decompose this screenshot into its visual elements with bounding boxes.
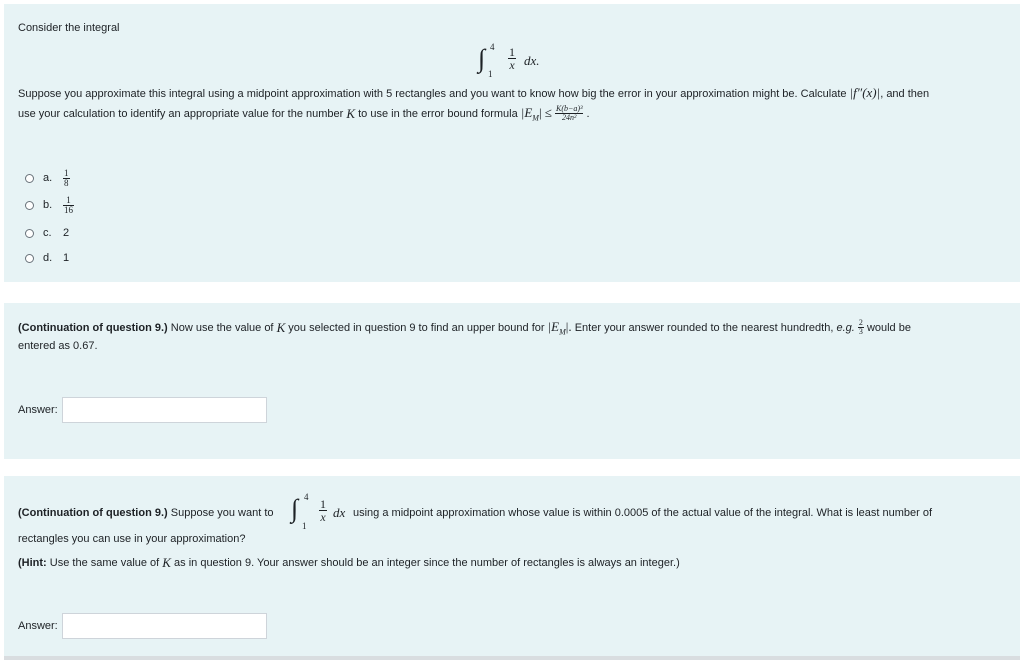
option-c[interactable]: c. 2 [25,225,69,241]
integrand-fraction: 1 x [319,497,327,524]
integral-expression: ∫ 4 1 1 x dx [291,492,347,532]
integral-upper-limit: 4 [304,492,309,502]
k-symbol: K [162,555,171,570]
option-c-value: 2 [63,227,70,239]
question-text-line-1: Suppose you approximate this integral us… [18,85,930,100]
bottom-divider [4,656,1020,660]
answer-label: Answer: [18,404,58,416]
question-text-line-1-rest: using a midpoint approximation whose val… [353,507,933,519]
error-bound-fraction: K(b−a)³ 24n² [555,104,584,123]
option-d[interactable]: d. 1 [25,250,69,266]
integral-lower-limit: 1 [302,521,307,531]
integrand-fraction: 1 x [508,45,516,72]
error-symbol: |EM|. [547,319,572,337]
integral-sign: ∫ [478,44,486,73]
integral-sign: ∫ [291,494,299,523]
option-a[interactable]: a. 1 8 [25,167,70,188]
option-a-value: 1 8 [63,167,70,188]
second-derivative-abs: |f″(x)| [849,85,881,100]
radio-button[interactable] [25,173,34,183]
integral-dx: dx [333,505,346,520]
question-intro: Consider the integral [18,22,120,34]
answer-input[interactable] [61,613,267,639]
integral-dx: dx. [524,53,540,68]
error-symbol: |EM| ≤ [520,105,552,123]
answer-input[interactable] [61,397,267,423]
integral-expression: ∫ 4 1 1 x dx. [478,42,558,82]
k-symbol: K [276,319,286,335]
radio-button[interactable] [25,228,34,238]
option-b[interactable]: b. 1 16 [25,194,74,215]
question-bold-lead: (Continuation of question 9.) Suppose yo… [18,507,274,519]
option-b-value: 1 16 [63,194,74,215]
question-text-line-2: use your calculation to identify an appr… [18,104,590,123]
hint-text: (Hint: Use the same value of K as in que… [18,555,680,570]
integral-upper-limit: 4 [490,42,495,52]
question-text-line-1: (Continuation of question 9.) Now use th… [18,318,911,337]
radio-button[interactable] [25,200,34,210]
question-2-panel: (Continuation of question 9.) Now use th… [4,303,1020,459]
option-d-value: 1 [63,252,70,264]
answer-row: Answer: [18,613,267,639]
question-text-line-2: rectangles you can use in your approxima… [18,533,246,545]
question-3-panel: (Continuation of question 9.) Suppose yo… [4,476,1020,656]
k-symbol: K [346,105,356,121]
question-1-panel: Consider the integral ∫ 4 1 1 x dx. Supp… [4,4,1020,282]
example-fraction: 2 3 [857,318,864,337]
integral-lower-limit: 1 [488,69,493,79]
radio-button[interactable] [25,253,34,263]
answer-label: Answer: [18,620,58,632]
question-text-line-2: entered as 0.67. [18,340,98,352]
answer-row: Answer: [18,397,267,423]
